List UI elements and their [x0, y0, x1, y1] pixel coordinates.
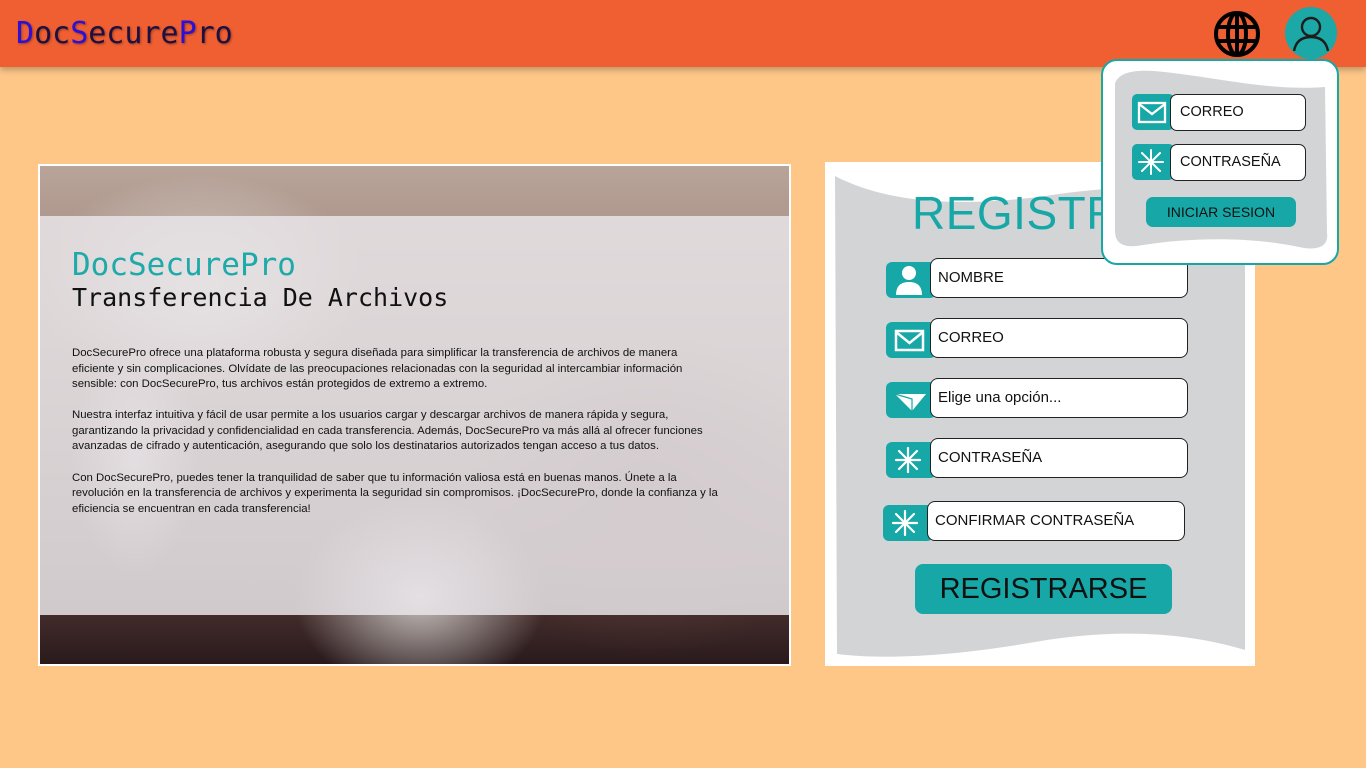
login-popup: CORREO CONTRASEÑA INICIAR SESION	[1101, 59, 1339, 265]
option-select[interactable]: Elige una opción...	[930, 378, 1188, 418]
register-button[interactable]: REGISTRARSE	[915, 564, 1172, 614]
mail-icon	[894, 329, 925, 352]
send-icon-box	[886, 382, 936, 418]
logo-letter: P	[178, 16, 197, 51]
hero-description: DocSecurePro ofrece una plataforma robus…	[72, 346, 722, 533]
logo-text: oc	[34, 16, 71, 51]
hero-paragraph: Con DocSecurePro, puedes tener la tranqu…	[72, 471, 718, 515]
logo-letter: D	[16, 16, 35, 51]
password-input[interactable]: CONTRASEÑA	[930, 438, 1188, 478]
hero-banner: DocSecurePro Transferencia De Archivos D…	[38, 164, 791, 666]
user-menu-button[interactable]	[1285, 7, 1337, 59]
email-input[interactable]: CORREO	[930, 318, 1188, 358]
asterisk-icon	[891, 509, 919, 537]
mail-icon	[1137, 101, 1167, 124]
top-bar: DocSecurePro	[0, 0, 1366, 67]
globe-icon	[1214, 11, 1260, 57]
login-password-input[interactable]: CONTRASEÑA	[1170, 144, 1306, 181]
mail-icon-box	[886, 322, 936, 358]
asterisk-icon-box	[883, 505, 933, 541]
logo-letter: S	[70, 16, 89, 51]
hero-paragraph: DocSecurePro ofrece una plataforma robus…	[72, 347, 683, 391]
asterisk-icon-box	[886, 442, 936, 478]
user-icon	[896, 266, 922, 295]
user-avatar-icon	[1292, 16, 1330, 52]
login-email-input[interactable]: CORREO	[1170, 94, 1306, 131]
hero-title: DocSecurePro	[72, 247, 296, 283]
confirm-password-input[interactable]: CONFIRMAR CONTRASEÑA	[927, 501, 1185, 541]
hero-paragraph: Nuestra interfaz intuitiva y fácil de us…	[72, 409, 703, 453]
logo-text: ro	[196, 16, 233, 51]
asterisk-icon	[1138, 149, 1164, 175]
send-icon	[894, 393, 926, 411]
language-button[interactable]	[1212, 9, 1262, 59]
user-icon-box	[886, 262, 936, 298]
logo-text: ecure	[88, 16, 179, 51]
app-logo[interactable]: DocSecurePro	[16, 15, 233, 53]
login-button[interactable]: INICIAR SESION	[1146, 197, 1296, 227]
asterisk-icon	[894, 446, 922, 474]
asterisk-icon-box	[1132, 144, 1174, 180]
hero-subtitle: Transferencia De Archivos	[72, 283, 449, 312]
mail-icon-box	[1132, 94, 1174, 130]
